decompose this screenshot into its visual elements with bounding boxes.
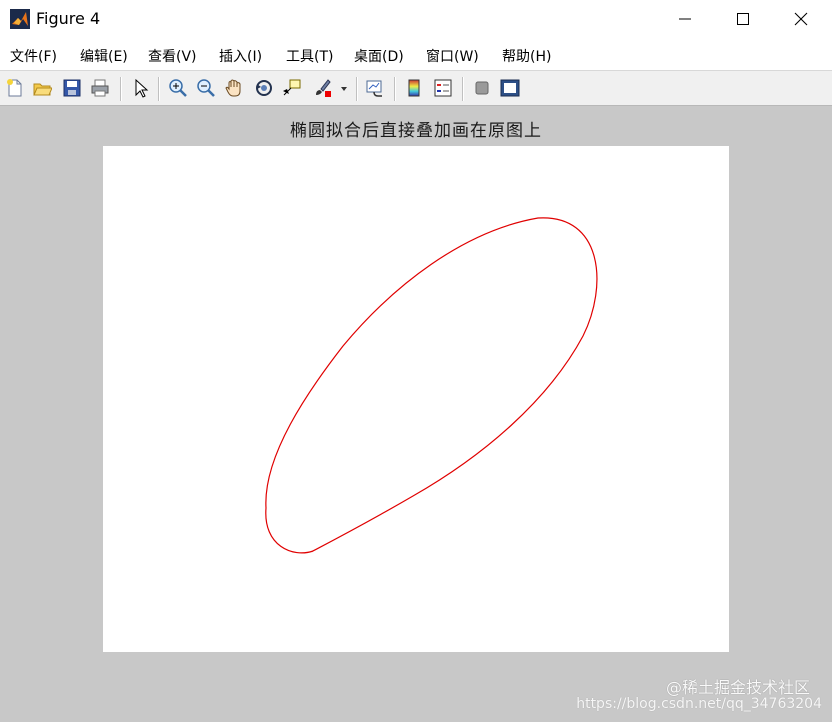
menu-window[interactable]: 窗口(W) bbox=[426, 46, 479, 66]
menu-help[interactable]: 帮助(H) bbox=[502, 46, 551, 66]
menu-bar: 文件(F) 编辑(E) 查看(V) 插入(I) 工具(T) 桌面(D) 窗口(W… bbox=[0, 38, 832, 99]
legend-icon[interactable] bbox=[433, 78, 453, 98]
menu-file[interactable]: 文件(F) bbox=[10, 46, 57, 66]
maximize-icon bbox=[737, 13, 749, 25]
watermark-url: https://blog.csdn.net/qq_34763204 bbox=[576, 696, 822, 712]
plot-svg bbox=[265, 217, 598, 554]
show-plot-tools-icon[interactable] bbox=[500, 78, 520, 98]
zoom-out-icon[interactable] bbox=[196, 78, 216, 98]
window-titlebar: Figure 4 bbox=[0, 0, 832, 38]
toolbar-separator bbox=[356, 77, 358, 101]
window-title: Figure 4 bbox=[36, 9, 101, 28]
menu-insert[interactable]: 插入(I) bbox=[219, 46, 262, 66]
matlab-logo-icon bbox=[10, 9, 30, 29]
print-icon[interactable] bbox=[90, 78, 110, 98]
menu-edit[interactable]: 编辑(E) bbox=[80, 46, 128, 66]
maximize-button[interactable] bbox=[714, 0, 772, 38]
toolbar-separator bbox=[394, 77, 396, 101]
menu-view[interactable]: 查看(V) bbox=[148, 46, 197, 66]
link-plot-icon[interactable] bbox=[365, 78, 385, 98]
brush-dropdown-icon[interactable] bbox=[340, 86, 348, 92]
rotate-3d-icon[interactable] bbox=[254, 78, 274, 98]
hide-plot-tools-icon[interactable] bbox=[472, 78, 492, 98]
new-figure-icon[interactable] bbox=[5, 78, 25, 98]
data-cursor-icon[interactable] bbox=[282, 78, 302, 98]
brush-icon[interactable] bbox=[312, 78, 332, 98]
toolbar-separator bbox=[158, 77, 160, 101]
toolbar-separator bbox=[462, 77, 464, 101]
fitted-ellipse-curve bbox=[265, 217, 598, 554]
plot-axes[interactable] bbox=[103, 146, 729, 652]
minimize-icon bbox=[679, 18, 691, 20]
pan-hand-icon[interactable] bbox=[224, 78, 244, 98]
menu-desktop[interactable]: 桌面(D) bbox=[354, 46, 404, 66]
close-button[interactable] bbox=[772, 0, 830, 38]
plot-title: 椭圆拟合后直接叠加画在原图上 bbox=[290, 121, 542, 141]
menu-tools[interactable]: 工具(T) bbox=[286, 46, 333, 66]
close-icon bbox=[794, 12, 808, 26]
toolbar-separator bbox=[120, 77, 122, 101]
open-file-icon[interactable] bbox=[32, 78, 52, 98]
colorbar-icon[interactable] bbox=[404, 78, 424, 98]
minimize-button[interactable] bbox=[656, 0, 714, 38]
save-icon[interactable] bbox=[62, 78, 82, 98]
watermark-community: @稀土掘金技术社区 bbox=[665, 678, 810, 697]
zoom-in-icon[interactable] bbox=[168, 78, 188, 98]
edit-plot-arrow-icon[interactable] bbox=[131, 78, 151, 98]
figure-toolbar bbox=[0, 70, 832, 106]
